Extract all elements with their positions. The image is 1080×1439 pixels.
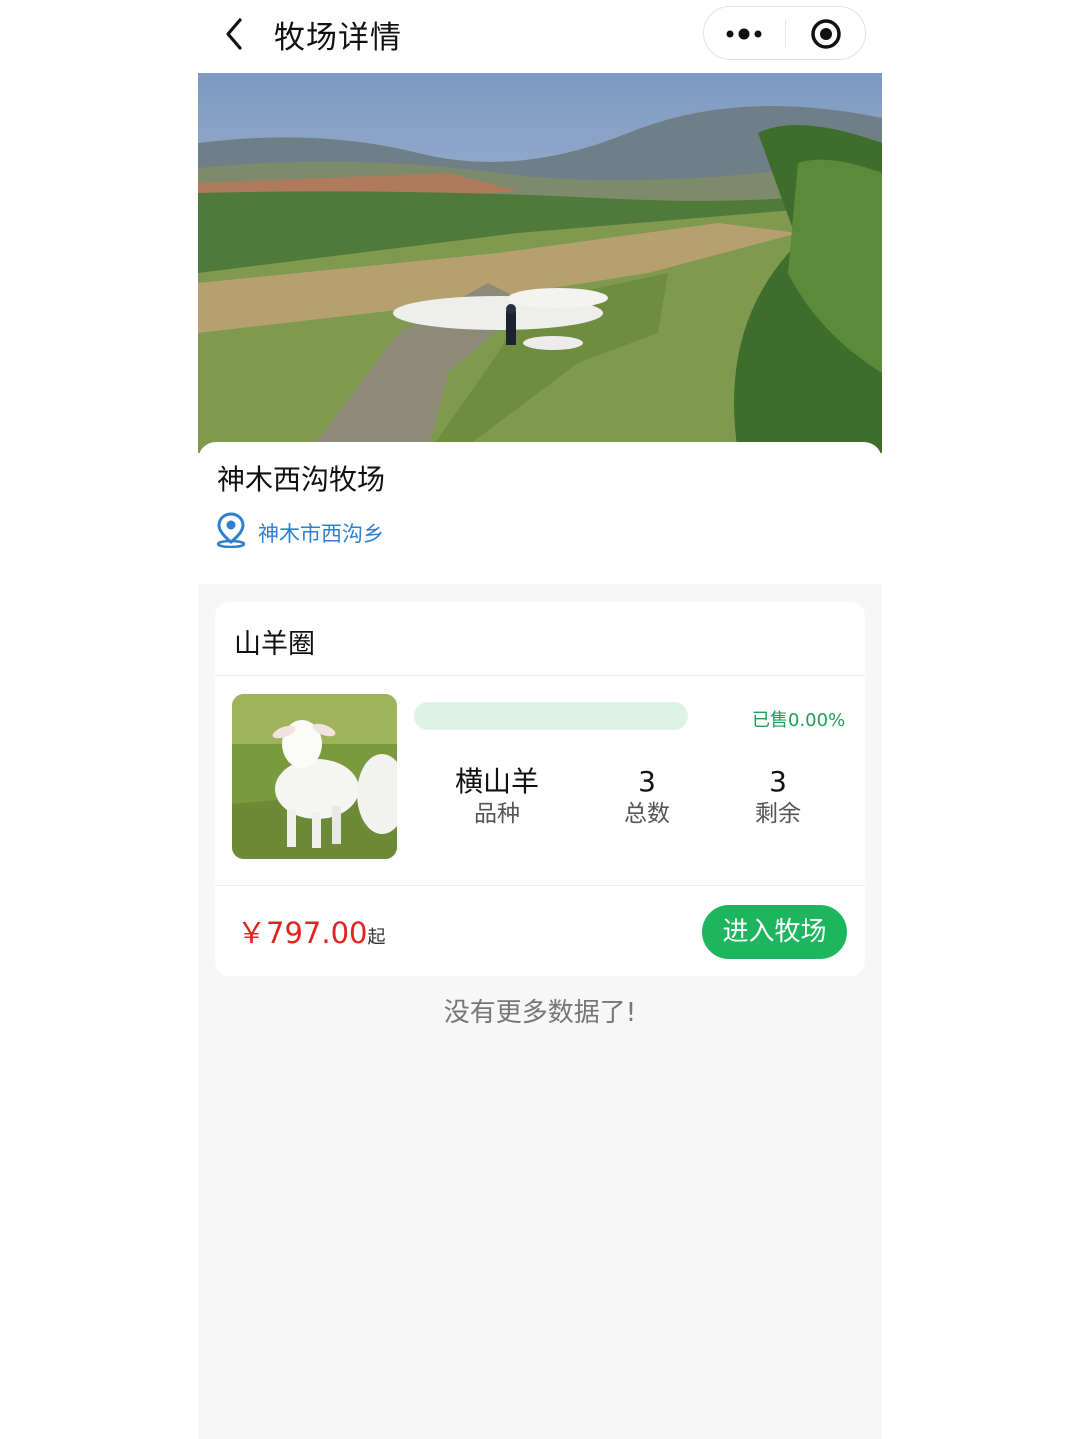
close-target-icon[interactable] <box>810 18 842 50</box>
remaining-label: 剩余 <box>755 801 801 827</box>
app-screen: 牧场详情 神木西沟牧场 神木市西沟乡 山羊圈 已售0.00% 横山羊 品种 3 … <box>198 0 882 1439</box>
divider <box>215 675 865 676</box>
sold-percentage: 已售0.00% <box>752 710 846 731</box>
remaining-value: 3 <box>769 765 787 798</box>
total-label: 总数 <box>624 801 670 827</box>
price-value: ￥797.00 <box>237 916 368 950</box>
more-icon[interactable] <box>724 19 764 49</box>
back-arrow-icon[interactable] <box>220 14 250 54</box>
breed-label: 品种 <box>474 801 520 827</box>
stat-breed: 横山羊 品种 <box>422 765 572 829</box>
farm-location[interactable]: 神木市西沟乡 <box>258 518 384 548</box>
capsule-divider <box>785 20 786 48</box>
goat-image <box>232 694 397 859</box>
stat-remaining: 3 剩余 <box>703 765 853 829</box>
price: ￥797.00起 <box>237 910 385 952</box>
farm-info-panel: 神木西沟牧场 神木市西沟乡 <box>198 442 882 584</box>
farm-banner-image <box>198 73 882 453</box>
enter-farm-button[interactable]: 进入牧场 <box>702 905 847 959</box>
stat-total: 3 总数 <box>572 765 722 829</box>
no-more-data-text: 没有更多数据了! <box>443 998 637 1028</box>
navigation-bar: 牧场详情 <box>198 0 882 73</box>
sold-progress-bar <box>414 702 688 730</box>
farm-name: 神木西沟牧场 <box>217 463 386 496</box>
location-pin-icon <box>216 512 246 548</box>
pen-title: 山羊圈 <box>234 629 315 660</box>
total-value: 3 <box>638 765 656 798</box>
price-suffix: 起 <box>367 927 386 948</box>
divider <box>215 885 865 886</box>
pen-card: 山羊圈 已售0.00% 横山羊 品种 3 总数 3 剩余 ￥797.00起 进入… <box>215 602 865 976</box>
mini-program-capsule <box>703 6 866 60</box>
page-title: 牧场详情 <box>274 20 402 56</box>
breed-value: 横山羊 <box>454 765 539 798</box>
